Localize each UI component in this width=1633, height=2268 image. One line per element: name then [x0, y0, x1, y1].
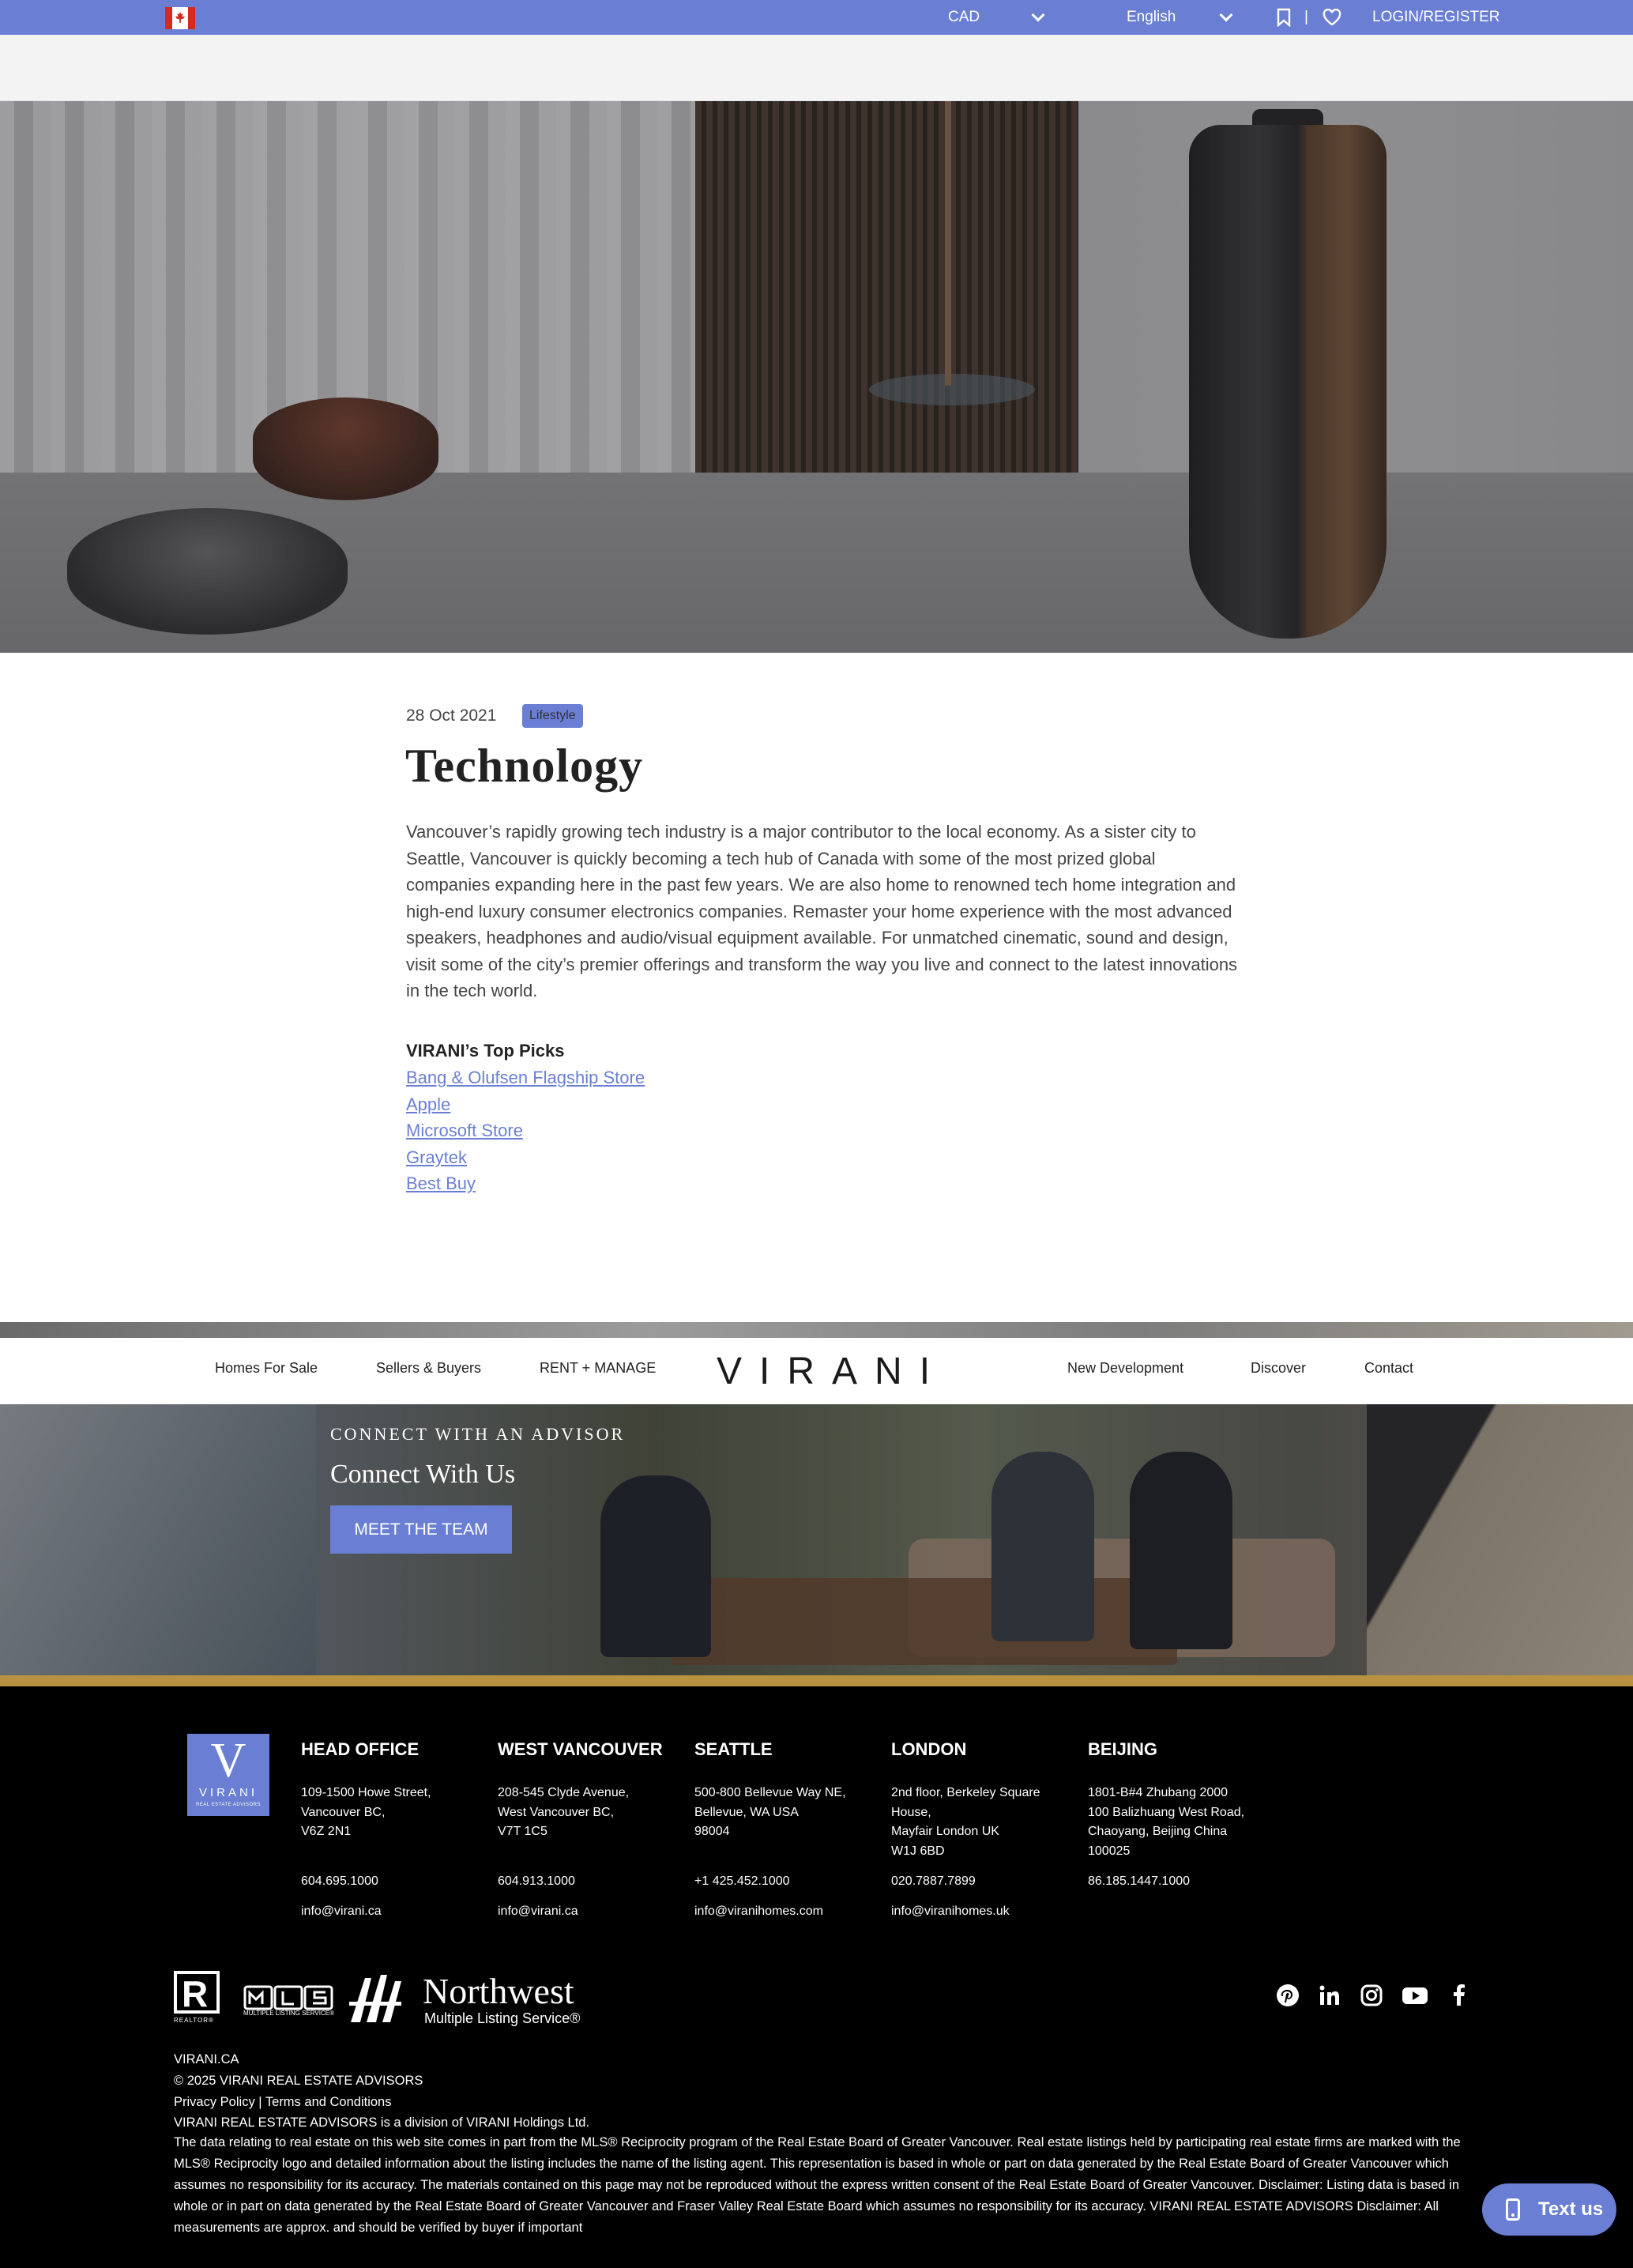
banner-kicker: CONNECT WITH AN ADVISOR — [330, 1424, 626, 1444]
northwest-subtitle: Multiple Listing Service® — [424, 2010, 581, 2026]
phone-icon — [1506, 2198, 1520, 2221]
footer-logo[interactable]: V VIRANI REAL ESTATE ADVISORS — [187, 1734, 269, 1816]
office-email[interactable]: info@virani.ca — [301, 1904, 382, 1919]
gold-divider — [0, 1675, 1633, 1686]
login-register-link[interactable]: LOGIN/REGISTER — [1372, 0, 1500, 35]
office-address: 109-1500 Howe Street, Vancouver BC, V6Z 2N… — [301, 1786, 431, 1838]
article-body: Vancouver’s rapidly growing tech industr… — [406, 822, 1238, 1000]
northwest-mls-logo-icon — [349, 1975, 401, 2022]
privacy-policy-link[interactable]: Privacy Policy — [174, 2095, 255, 2109]
bookmark-icon[interactable] — [1277, 8, 1291, 27]
currency-select[interactable]: CAD — [948, 0, 980, 35]
connect-banner-image — [0, 1404, 1633, 1675]
pinterest-icon[interactable] — [1276, 1984, 1300, 2007]
hero-image — [0, 101, 1633, 653]
office-name: LONDON — [891, 1739, 967, 1759]
office-phone[interactable]: 604.695.1000 — [301, 1874, 378, 1889]
pick-link[interactable]: Microsoft Store — [406, 1121, 523, 1141]
office-phone[interactable]: 86.185.1447.1000 — [1088, 1874, 1190, 1889]
office-address: 208-545 Clyde Avenue, West Vancouver BC, V… — [498, 1786, 630, 1838]
nav-homes-for-sale[interactable]: Homes For Sale — [215, 1360, 318, 1377]
office-name: BEIJING — [1088, 1739, 1158, 1759]
copyright: © 2025 VIRANI REAL ESTATE ADVISORS — [174, 2074, 423, 2088]
text-us-label: Text us — [1538, 2198, 1604, 2220]
division-note: VIRANI REAL ESTATE ADVISORS is a divisio… — [174, 2115, 590, 2130]
nav-discover[interactable]: Discover — [1251, 1360, 1306, 1377]
pick-link[interactable]: Apple — [406, 1094, 450, 1115]
topbar-divider: | — [1304, 9, 1308, 25]
youtube-icon[interactable] — [1402, 1984, 1428, 2007]
text-us-button[interactable]: Text us — [1482, 2183, 1616, 2236]
mls-disclaimer: The data relating to real estate on this… — [174, 2135, 1461, 2235]
legal-separator: | — [258, 2095, 262, 2109]
header-bar — [0, 35, 1633, 101]
office-name: HEAD OFFICE — [301, 1739, 420, 1759]
meet-the-team-button[interactable]: MEET THE TEAM — [330, 1505, 512, 1554]
office-address: 500-800 Bellevue Way NE, Bellevue, WA USA… — [694, 1786, 846, 1838]
linkedin-icon[interactable] — [1318, 1984, 1341, 2007]
office-email[interactable]: info@viranihomes.com — [694, 1904, 823, 1919]
heart-icon[interactable] — [1323, 9, 1341, 26]
office-address: 2nd floor, Berkeley Square House, Mayfair … — [891, 1786, 1040, 1858]
northwest-title: Northwest — [423, 1971, 574, 2011]
language-select[interactable]: English — [1127, 0, 1176, 35]
office-name: SEATTLE — [694, 1739, 773, 1759]
office-email[interactable]: info@viranihomes.uk — [891, 1904, 1010, 1919]
top-picks-heading: VIRANI’s Top Picks — [406, 1041, 565, 1061]
site-link[interactable]: VIRANI.CA — [174, 2049, 239, 2070]
office-email[interactable]: info@virani.ca — [498, 1904, 578, 1919]
terms-link[interactable]: Terms and Conditions — [265, 2095, 392, 2109]
banner-title: Connect With Us — [330, 1460, 516, 1489]
nav-sellers-buyers[interactable]: Sellers & Buyers — [376, 1360, 481, 1377]
mls-label: MULTIPLE LISTING SERVICE® — [243, 2010, 334, 2017]
office-address: 1801-B#4 Zhubang 2000 100 Balizhuang West… — [1088, 1786, 1245, 1858]
article-date: 28 Oct 2021 — [406, 706, 497, 725]
legal-links: Privacy Policy | Terms and Conditions — [174, 2092, 391, 2113]
instagram-icon[interactable] — [1360, 1984, 1383, 2007]
article-title: Technology — [405, 740, 644, 792]
realtor-logo: R — [174, 1971, 220, 2014]
nav-backdrop-strip — [0, 1322, 1633, 1338]
pick-link[interactable]: Graytek — [406, 1147, 467, 1168]
office-phone[interactable]: 604.913.1000 — [498, 1874, 575, 1889]
virani-logo[interactable]: VIRANI — [717, 1350, 947, 1393]
pick-link[interactable]: Bang & Olufsen Flagship Store — [406, 1068, 645, 1088]
nav-new-development[interactable]: New Development — [1067, 1360, 1183, 1377]
realtor-label: REALTOR® — [174, 2017, 214, 2024]
canada-flag-icon[interactable] — [165, 7, 195, 29]
office-name: WEST VANCOUVER — [498, 1739, 663, 1759]
category-tag[interactable]: Lifestyle — [522, 704, 583, 728]
mls-logo — [243, 1985, 333, 2010]
nav-rent-manage[interactable]: RENT + MANAGE — [540, 1360, 656, 1377]
office-phone[interactable]: +1 425.452.1000 — [694, 1874, 790, 1889]
facebook-icon[interactable] — [1447, 1984, 1471, 2007]
nav-contact[interactable]: Contact — [1364, 1360, 1413, 1377]
pick-link[interactable]: Best Buy — [406, 1174, 476, 1194]
office-phone[interactable]: 020.7887.7899 — [891, 1874, 976, 1889]
